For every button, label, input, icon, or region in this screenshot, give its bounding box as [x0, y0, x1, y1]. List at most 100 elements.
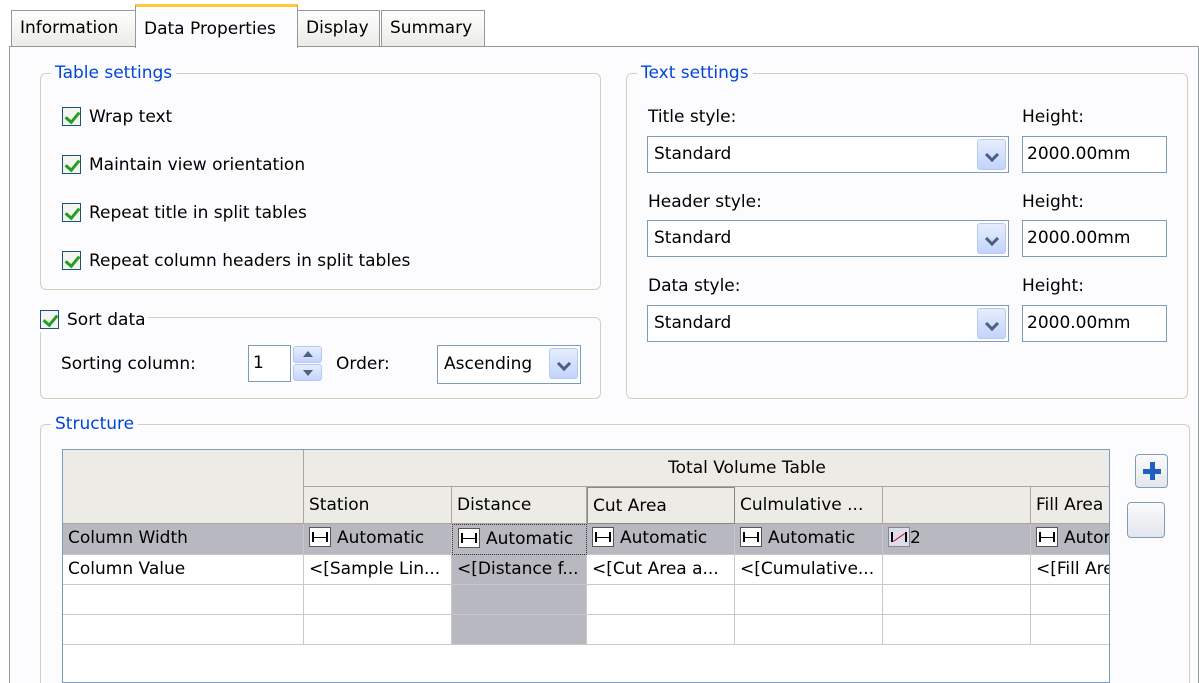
- data-style-label: Data style:: [648, 276, 741, 296]
- column-header[interactable]: Cut Area: [587, 487, 735, 524]
- header-style-select[interactable]: Standard: [647, 220, 1009, 257]
- tab-display[interactable]: Display: [297, 10, 380, 46]
- column-header[interactable]: Culmulative ...: [735, 487, 883, 524]
- column-header[interactable]: Station: [304, 487, 452, 524]
- cell-text: 2: [910, 528, 921, 548]
- order-value: Ascending: [444, 354, 533, 374]
- sort-data-label: Sort data: [67, 310, 146, 330]
- empty-cell: [63, 615, 304, 645]
- repeat-title-checkbox[interactable]: [62, 203, 81, 222]
- sort-data-checkbox[interactable]: [40, 310, 59, 329]
- tab-data-properties[interactable]: Data Properties: [135, 4, 298, 48]
- data-height-input[interactable]: 2000.00mm: [1022, 305, 1167, 342]
- tab-information[interactable]: Information: [11, 10, 136, 46]
- column-width-cell[interactable]: Automatic: [587, 524, 735, 555]
- empty-cell: [587, 615, 735, 645]
- spinner-down-icon[interactable]: [293, 364, 322, 381]
- tab-bar: Information Data Properties Display Summ…: [0, 0, 1199, 48]
- empty-cell: [883, 615, 1031, 645]
- empty-cell: [63, 585, 304, 615]
- cell-text: Automatic: [1064, 528, 1109, 548]
- title-style-label: Title style:: [648, 107, 737, 127]
- column-value-cell[interactable]: [883, 555, 1031, 585]
- column-value-cell[interactable]: <[Sample Lin...: [304, 555, 452, 585]
- column-width-cell[interactable]: Automatic: [304, 524, 452, 555]
- empty-cell: [1031, 585, 1109, 615]
- order-label: Order:: [336, 354, 390, 374]
- cell-text: Automatic: [768, 528, 856, 548]
- row-label[interactable]: Column Value: [63, 555, 304, 585]
- column-value-cell[interactable]: <[Cut Area a...: [587, 555, 735, 585]
- add-column-button[interactable]: [1135, 454, 1168, 488]
- column-value-cell[interactable]: <[Distance f...: [452, 555, 587, 585]
- repeat-title-label: Repeat title in split tables: [89, 203, 307, 223]
- order-select[interactable]: Ascending: [437, 345, 581, 384]
- repeat-column-headers-checkbox[interactable]: [62, 251, 81, 270]
- column-width-icon[interactable]: [1036, 527, 1058, 547]
- empty-cell: [452, 585, 587, 615]
- sorting-column-input[interactable]: 1: [248, 345, 291, 382]
- fixed-width-icon[interactable]: [888, 527, 910, 547]
- data-style-value: Standard: [654, 313, 732, 333]
- title-height-value: 2000.00mm: [1027, 144, 1131, 164]
- column-width-icon[interactable]: [309, 527, 331, 547]
- header-height-label: Height:: [1022, 192, 1084, 212]
- column-width-cell[interactable]: Automatic: [735, 524, 883, 555]
- column-width-cell[interactable]: 2: [883, 524, 1031, 555]
- row-label[interactable]: Column Width: [63, 524, 304, 555]
- text-settings-title: Text settings: [637, 62, 753, 84]
- chevron-down-icon[interactable]: [977, 308, 1006, 339]
- cell-text: Automatic: [486, 529, 574, 549]
- grid-corner: [63, 450, 304, 524]
- empty-cell: [1031, 615, 1109, 645]
- empty-cell: [304, 585, 452, 615]
- empty-cell: [883, 585, 1031, 615]
- empty-cell: [735, 585, 883, 615]
- data-style-select[interactable]: Standard: [647, 305, 1009, 342]
- title-style-select[interactable]: Standard: [647, 136, 1009, 173]
- repeat-column-headers-label: Repeat column headers in split tables: [89, 251, 411, 271]
- data-height-value: 2000.00mm: [1027, 313, 1131, 333]
- column-header[interactable]: Distance: [452, 487, 587, 524]
- column-width-icon[interactable]: [592, 527, 614, 547]
- empty-cell: [587, 585, 735, 615]
- column-header[interactable]: [883, 487, 1031, 524]
- chevron-down-icon[interactable]: [549, 348, 578, 379]
- header-height-value: 2000.00mm: [1027, 228, 1131, 248]
- header-height-input[interactable]: 2000.00mm: [1022, 220, 1167, 257]
- data-height-label: Height:: [1022, 276, 1084, 296]
- column-value-cell[interactable]: <[Cumulative...: [735, 555, 883, 585]
- table-settings-title: Table settings: [51, 62, 177, 84]
- sorting-column-value: 1: [253, 353, 264, 373]
- sorting-column-spinner[interactable]: [293, 346, 322, 381]
- column-width-cell[interactable]: Automatic: [1031, 524, 1109, 555]
- header-style-label: Header style:: [648, 192, 762, 212]
- wrap-text-checkbox[interactable]: [62, 107, 81, 126]
- cell-text: Automatic: [620, 528, 708, 548]
- empty-cell: [452, 615, 587, 645]
- empty-cell: [735, 615, 883, 645]
- spinner-up-icon[interactable]: [293, 346, 322, 363]
- title-height-input[interactable]: 2000.00mm: [1022, 136, 1167, 173]
- column-width-icon[interactable]: [740, 527, 762, 547]
- wrap-text-label: Wrap text: [89, 107, 173, 127]
- chevron-down-icon[interactable]: [977, 139, 1006, 170]
- title-style-value: Standard: [654, 144, 732, 164]
- cell-text: Automatic: [337, 528, 425, 548]
- column-value-cell[interactable]: <[Fill Area: [1031, 555, 1109, 585]
- tab-summary[interactable]: Summary: [381, 10, 485, 46]
- table-group-header: Total Volume Table: [304, 450, 1109, 487]
- header-style-value: Standard: [654, 228, 732, 248]
- column-header[interactable]: Fill Area: [1031, 487, 1109, 524]
- column-width-cell[interactable]: Automatic: [452, 524, 587, 555]
- maintain-view-orientation-label: Maintain view orientation: [89, 155, 306, 175]
- structure-grid[interactable]: Total Volume Table Station Distance Cut …: [62, 449, 1110, 683]
- title-height-label: Height:: [1022, 107, 1084, 127]
- structure-title: Structure: [51, 413, 139, 435]
- remove-column-button[interactable]: [1127, 502, 1165, 538]
- chevron-down-icon[interactable]: [977, 223, 1006, 254]
- column-width-icon[interactable]: [458, 528, 480, 548]
- sorting-column-label: Sorting column:: [61, 354, 196, 374]
- maintain-view-orientation-checkbox[interactable]: [62, 155, 81, 174]
- empty-cell: [304, 615, 452, 645]
